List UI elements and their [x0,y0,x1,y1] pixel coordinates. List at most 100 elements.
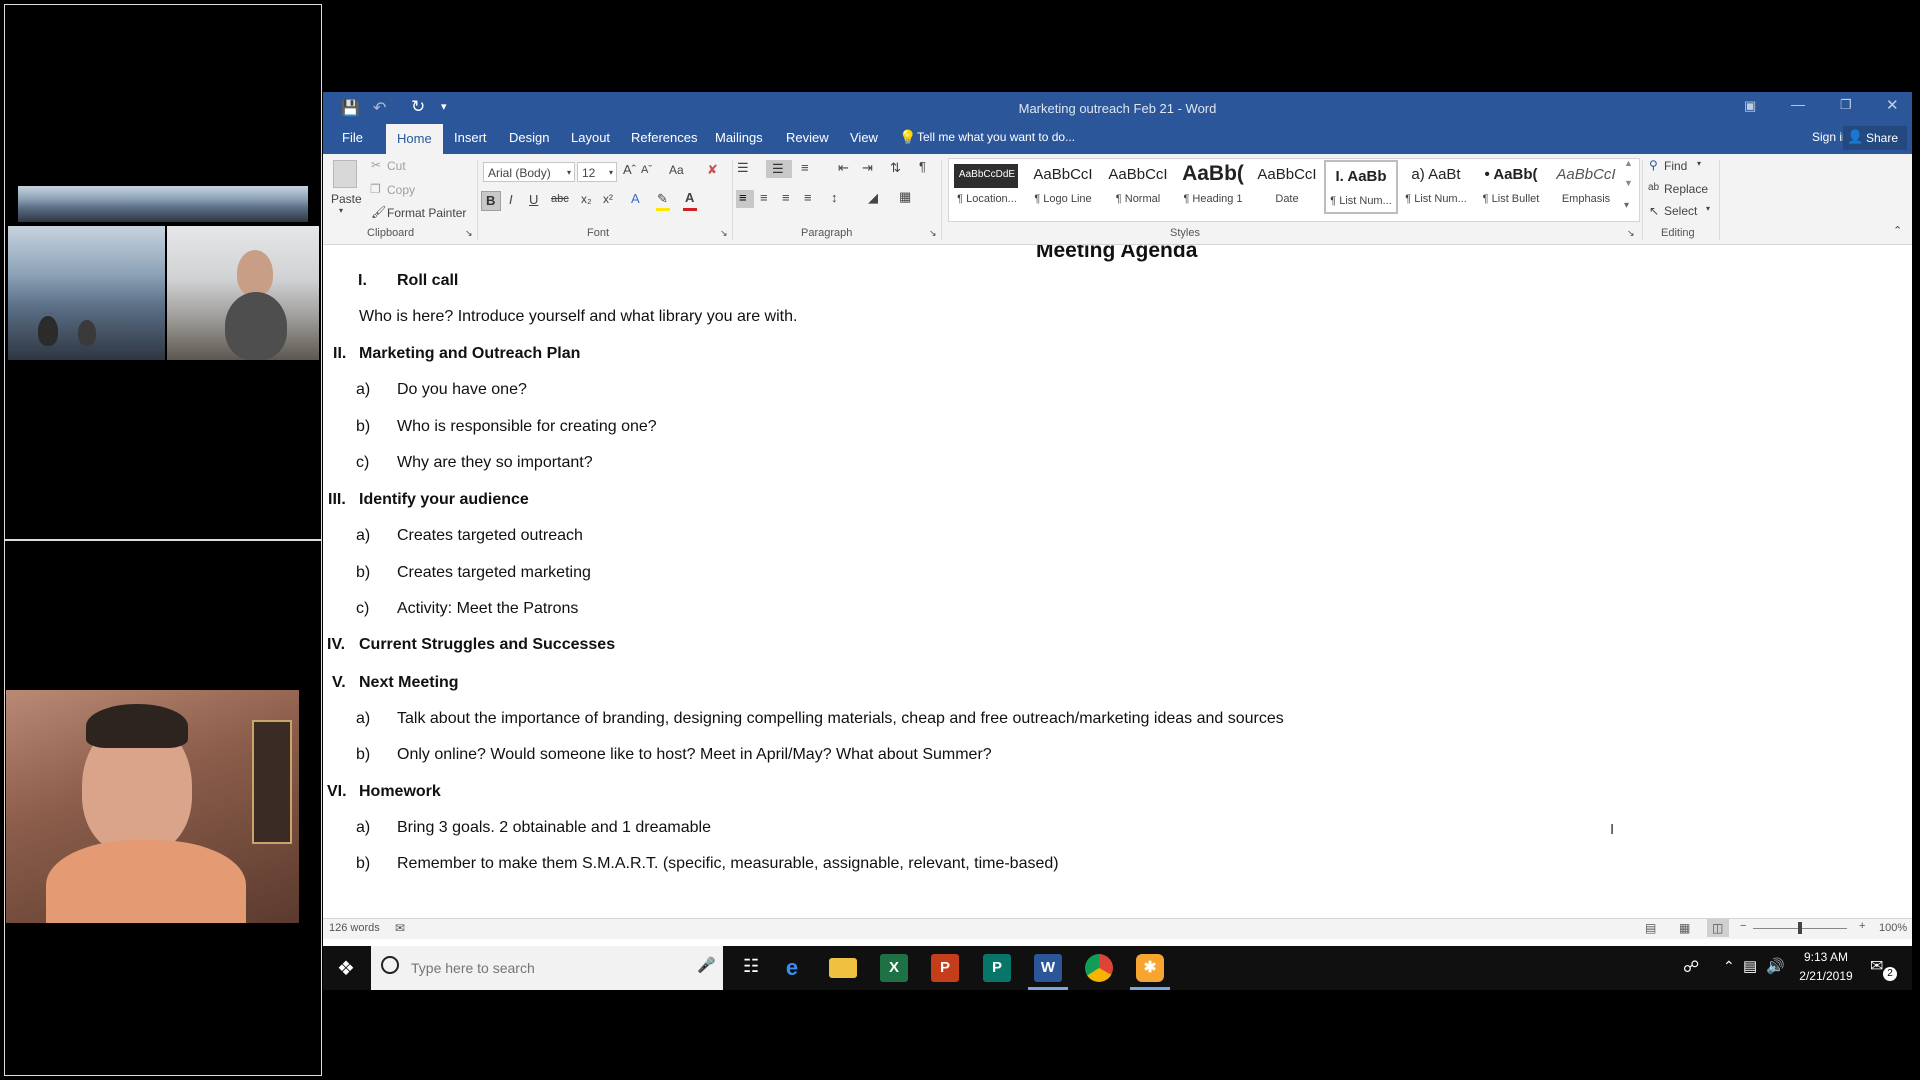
powerpoint-icon[interactable]: P [931,954,959,982]
paste-dropdown-icon[interactable]: ▾ [339,206,343,215]
clock-time[interactable]: 9:13 AM [1796,950,1856,964]
decrease-indent-icon[interactable]: ⇤ [838,160,849,176]
align-left-button[interactable]: ≡ [736,190,754,208]
windows-start-icon[interactable]: ❖ [337,956,355,981]
numbering-button[interactable]: ☰ [766,160,792,178]
collapse-ribbon-icon[interactable]: ⌃ [1893,224,1902,237]
paste-icon[interactable] [333,160,357,188]
tell-me-search[interactable]: Tell me what you want to do... [917,130,1075,144]
find-icon[interactable]: ⚲ [1649,158,1658,172]
copy-button[interactable]: Copy [387,183,415,197]
file-explorer-icon[interactable] [829,958,857,978]
tab-review[interactable]: Review [786,130,829,145]
tab-layout[interactable]: Layout [571,130,610,145]
styles-scroll-down-icon[interactable]: ▼ [1624,178,1633,188]
bold-button[interactable]: B [481,191,501,211]
style-list-number-1[interactable]: I. AaBb ¶ List Num... [1324,160,1398,214]
show-marks-icon[interactable]: ¶ [919,159,926,174]
print-layout-icon[interactable]: ▦ [1679,921,1690,935]
show-hidden-icons[interactable]: ⌃ [1723,958,1735,975]
chrome-icon[interactable] [1085,954,1113,982]
italic-button[interactable]: I [509,192,513,207]
tab-design[interactable]: Design [509,130,549,145]
word-count[interactable]: 126 words [329,922,380,934]
replace-button[interactable]: Replace [1664,182,1708,196]
font-name-box[interactable]: Arial (Body) ▾ [483,162,575,182]
people-icon[interactable]: ☍ [1683,957,1699,977]
underline-button[interactable]: U [529,192,538,207]
grow-font-icon[interactable]: Aˆ [623,162,636,177]
tab-insert[interactable]: Insert [454,130,487,145]
video-participant-woman[interactable] [167,226,319,360]
style-list-number-2[interactable]: a) AaBt ¶ List Num... [1399,160,1473,214]
tab-view[interactable]: View [850,130,878,145]
style-heading-1[interactable]: AaBb( ¶ Heading 1 [1176,160,1250,214]
minimize-icon[interactable]: — [1791,96,1805,112]
font-launcher-icon[interactable]: ↘ [720,228,728,239]
borders-icon[interactable]: ▦ [899,189,911,205]
cut-icon[interactable]: ✂ [371,158,381,172]
clear-formatting-icon[interactable]: ✘ [707,162,718,178]
align-right-icon[interactable]: ≡ [782,190,790,205]
edge-icon[interactable]: e [778,954,806,982]
style-logo-line[interactable]: AaBbCcI ¶ Logo Line [1026,160,1100,214]
video-participant-room[interactable] [8,226,165,360]
taskbar-search-input[interactable] [409,956,673,980]
tab-mailings[interactable]: Mailings [715,130,763,145]
paste-button[interactable]: Paste [331,192,362,206]
copy-icon[interactable]: ❐ [370,182,381,196]
select-button[interactable]: Select [1664,204,1697,218]
style-normal[interactable]: AaBbCcI ¶ Normal [1101,160,1175,214]
select-dropdown-icon[interactable]: ▾ [1706,204,1710,213]
clock-date[interactable]: 2/21/2019 [1796,969,1856,983]
format-painter-button[interactable]: Format Painter [387,206,466,220]
volume-icon[interactable]: 🔊 [1766,957,1785,975]
style-emphasis[interactable]: AaBbCcI Emphasis [1549,160,1623,214]
line-spacing-icon[interactable]: ↕ [831,190,838,205]
zoom-slider-thumb[interactable] [1798,922,1802,934]
action-center-icon[interactable]: ✉ [1870,956,1883,976]
clipboard-launcher-icon[interactable]: ↘ [465,228,473,239]
video-active-speaker[interactable] [6,690,299,923]
format-painter-icon[interactable]: 🖌 [371,205,386,219]
text-effects-icon[interactable]: A [631,191,640,206]
word-taskbar-icon[interactable]: W [1034,954,1062,982]
ribbon-display-icon[interactable]: ▣ [1744,98,1756,114]
read-mode-icon[interactable]: ▤ [1645,921,1656,935]
font-size-box[interactable]: 12 ▾ [577,162,617,182]
proofing-icon[interactable]: ✉ [395,921,405,935]
other-app-icon[interactable]: ✱ [1136,954,1164,982]
network-icon[interactable]: ▤ [1743,957,1757,975]
excel-icon[interactable]: X [880,954,908,982]
find-button[interactable]: Find [1664,159,1687,173]
tab-home[interactable]: Home [386,124,443,154]
subscript-button[interactable]: x₂ [581,192,592,206]
style-date[interactable]: AaBbCcI Date [1250,160,1324,214]
document-page[interactable]: Meeting Agenda I. Roll call Who is here?… [323,245,1912,917]
restore-icon[interactable]: ❐ [1840,97,1852,113]
close-icon[interactable]: ✕ [1886,96,1899,114]
align-center-icon[interactable]: ≡ [760,190,768,205]
replace-icon[interactable]: ab [1648,182,1659,193]
taskbar-search-box[interactable]: 🎤 [371,946,723,990]
strikethrough-button[interactable]: abc [551,193,569,205]
find-dropdown-icon[interactable]: ▾ [1697,159,1701,168]
paragraph-launcher-icon[interactable]: ↘ [929,228,937,239]
styles-launcher-icon[interactable]: ↘ [1627,228,1635,239]
change-case-button[interactable]: Aa [669,163,684,177]
justify-icon[interactable]: ≡ [804,190,812,205]
styles-more-icon[interactable]: ▾ [1624,200,1629,211]
shrink-font-icon[interactable]: Aˇ [641,164,652,176]
font-color-button[interactable]: A [685,190,694,205]
zoom-in-icon[interactable]: + [1859,920,1865,932]
share-button[interactable]: 👤 Share [1843,126,1907,150]
highlight-icon[interactable]: ✎ [657,191,668,207]
task-view-icon[interactable]: ☷ [743,956,759,977]
microphone-icon[interactable]: 🎤 [697,956,716,974]
style-location[interactable]: AaBbCcDdE ¶ Location... [950,160,1024,214]
shading-icon[interactable]: ◢ [868,190,878,206]
select-icon[interactable]: ↖ [1649,204,1659,218]
sort-icon[interactable]: ⇅ [890,160,901,176]
tab-file[interactable]: File [342,130,363,145]
publisher-icon[interactable]: P [983,954,1011,982]
